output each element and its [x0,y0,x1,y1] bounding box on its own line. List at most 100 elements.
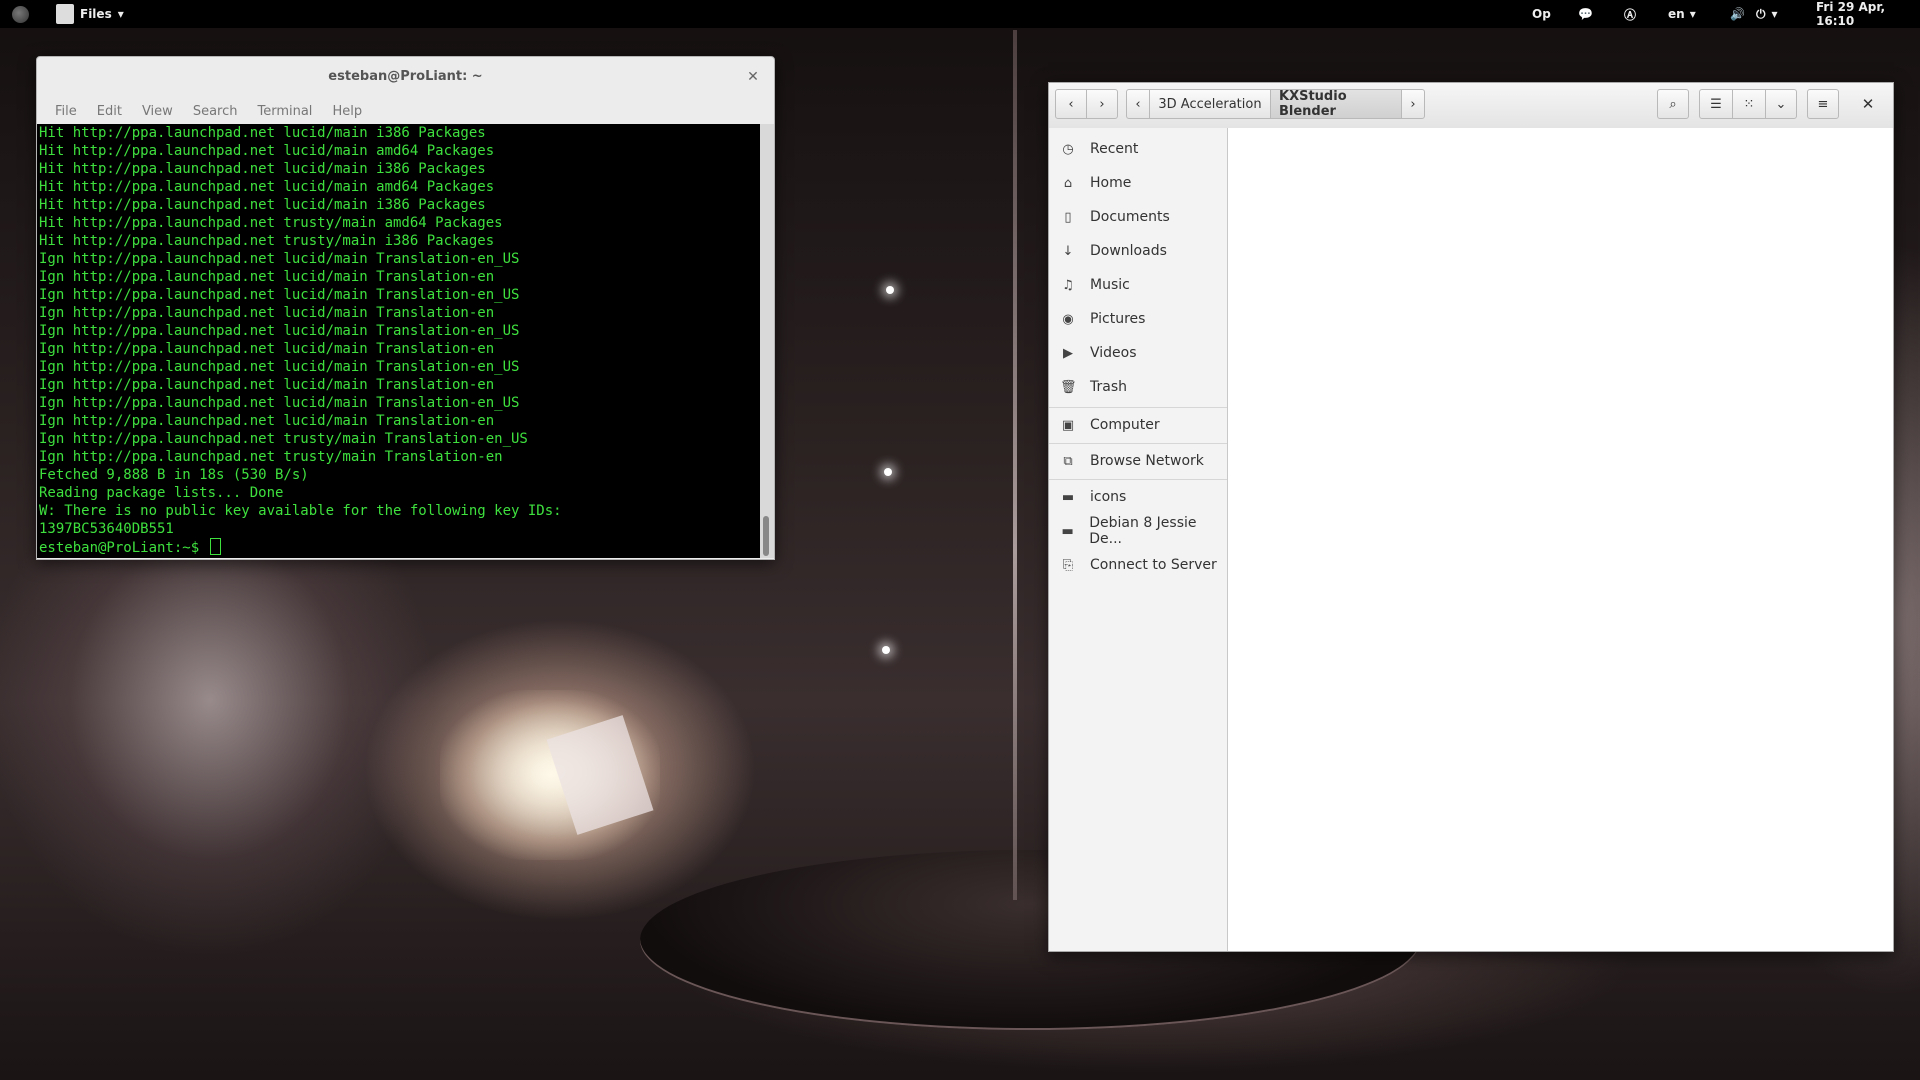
chevron-right-icon: › [1410,96,1416,112]
clock[interactable]: Fri 29 Apr, 16:10 [1816,0,1920,28]
search-icon: ⌕ [1669,96,1677,112]
accessibility-icon[interactable]: Ⓐ [1624,0,1636,28]
menu-button[interactable]: ≡ [1807,89,1839,119]
places-sidebar: ◷ Recent ⌂ Home ▯ Documents ↓ Downloads ♫ Mus… [1049,128,1228,951]
download-icon: ↓ [1062,243,1074,259]
sidebar-item-debian-bookmark[interactable]: ▬ Debian 8 Jessie De... [1049,514,1227,548]
sidebar-item-label: Browse Network [1090,453,1204,469]
scrollbar-thumb[interactable] [763,516,769,556]
file-view-area[interactable] [1228,128,1893,951]
sidebar-item-connect-to-server[interactable]: ⎘ Connect to Server [1049,548,1227,582]
terminal-line: Ign http://ppa.launchpad.net lucid/main … [39,395,520,411]
sidebar-item-label: Computer [1090,417,1160,433]
terminal-scrollbar[interactable] [760,124,774,558]
sidebar-item-videos[interactable]: ▶ Videos [1049,336,1227,370]
activities-icon[interactable] [12,6,29,23]
breadcrumb-scroll-left-button[interactable]: ‹ [1126,89,1150,119]
breadcrumb-scroll-right-button[interactable]: › [1401,89,1425,119]
terminal-line: Ign http://ppa.launchpad.net trusty/main… [39,431,528,447]
close-icon[interactable]: ✕ [742,66,764,88]
terminal-line: Hit http://ppa.launchpad.net trusty/main… [39,215,503,231]
terminal-line: Fetched 9,888 B in 18s (530 B/s) [39,467,309,483]
menu-terminal[interactable]: Terminal [247,104,322,119]
indicator-op[interactable]: Op [1532,0,1551,28]
menu-view[interactable]: View [132,104,183,119]
sidebar-item-computer[interactable]: ▣ Computer [1049,408,1227,442]
sidebar-item-label: Videos [1090,345,1137,361]
chevron-down-icon: ▾ [117,7,124,21]
video-icon: ▶ [1063,345,1073,361]
menu-edit[interactable]: Edit [87,104,132,119]
list-view-button[interactable]: ☰ [1699,89,1733,119]
sidebar-item-home[interactable]: ⌂ Home [1049,166,1227,200]
sidebar-item-downloads[interactable]: ↓ Downloads [1049,234,1227,268]
sidebar-item-label: Documents [1090,209,1170,225]
camera-icon: ◉ [1062,311,1074,327]
search-button[interactable]: ⌕ [1657,89,1689,119]
chevron-left-icon: ‹ [1135,96,1141,112]
back-button[interactable]: ‹ [1055,89,1087,119]
sidebar-item-label: Downloads [1090,243,1167,259]
wallpaper-pole [1013,30,1017,900]
top-bar: Files ▾ Op 💬 Ⓐ en ▾ 🔊 ⏻ ▾ Fri 29 Apr, 16… [0,0,1920,28]
sidebar-item-music[interactable]: ♫ Music [1049,268,1227,302]
menu-file[interactable]: File [45,104,87,119]
forward-button[interactable]: › [1086,89,1118,119]
terminal-line: Ign http://ppa.launchpad.net lucid/main … [39,305,495,321]
folder-icon: ▬ [1061,523,1074,539]
grid-view-icon: ⁙ [1743,96,1755,112]
grid-view-button[interactable]: ⁙ [1732,89,1766,119]
terminal-line: Ign http://ppa.launchpad.net lucid/main … [39,287,520,303]
hamburger-icon: ≡ [1817,96,1829,112]
breadcrumb-label: 3D Acceleration [1158,96,1262,112]
sidebar-item-label: Trash [1090,379,1127,395]
terminal-line: W: There is no public key available for … [39,503,562,519]
files-headerbar: ‹ › ‹ 3D Acceleration KXStudio Blender ›… [1049,83,1893,129]
wallpaper-card [546,715,654,835]
terminal-line: Ign http://ppa.launchpad.net lucid/main … [39,251,520,267]
chevron-down-icon: ▾ [1771,7,1778,21]
terminal-screen[interactable]: Hit http://ppa.launchpad.net lucid/main … [37,124,760,558]
folder-icon: ▬ [1061,489,1075,505]
indicator-op-label: Op [1532,7,1551,21]
power-menu[interactable]: ⏻ ▾ [1756,0,1778,28]
volume-icon[interactable]: 🔊 [1730,0,1745,28]
network-icon: ⧉ [1063,453,1073,469]
sidebar-item-label: Music [1090,277,1130,293]
sidebar-item-browse-network[interactable]: ⧉ Browse Network [1049,444,1227,478]
computer-icon: ▣ [1061,417,1075,433]
sidebar-item-documents[interactable]: ▯ Documents [1049,200,1227,234]
sidebar-item-label: Debian 8 Jessie De... [1089,515,1197,547]
language-selector[interactable]: en ▾ [1668,0,1696,28]
terminal-prompt: esteban@ProLiant:~$ [39,540,208,556]
breadcrumb-kxstudio-blender[interactable]: KXStudio Blender [1270,89,1402,119]
terminal-line: Ign http://ppa.launchpad.net lucid/main … [39,341,495,357]
sidebar-item-label: Recent [1090,141,1139,157]
sidebar-item-recent[interactable]: ◷ Recent [1049,132,1227,166]
sidebar-item-label: Home [1090,175,1132,191]
terminal-line: Hit http://ppa.launchpad.net lucid/main … [39,143,495,159]
terminal-line: Ign http://ppa.launchpad.net lucid/main … [39,269,495,285]
terminal-menubar: File Edit View Search Terminal Help [37,97,372,125]
close-icon[interactable]: ✕ [1853,89,1883,119]
terminal-prompt-line[interactable]: esteban@ProLiant:~$ [37,538,760,557]
sidebar-item-trash[interactable]: 🗑 Trash [1049,370,1227,404]
chat-icon[interactable]: 💬 [1578,0,1593,28]
terminal-line: Hit http://ppa.launchpad.net trusty/main… [39,233,495,249]
home-icon: ⌂ [1063,175,1073,191]
app-menu-label: Files [80,7,112,21]
sidebar-item-pictures[interactable]: ◉ Pictures [1049,302,1227,336]
sidebar-item-label: Connect to Server [1090,557,1217,573]
terminal-line: Hit http://ppa.launchpad.net lucid/main … [39,161,486,177]
breadcrumb-label: KXStudio Blender [1279,89,1347,119]
view-options-button[interactable]: ⌄ [1765,89,1797,119]
sidebar-item-icons[interactable]: ▬ icons [1049,480,1227,514]
menu-search[interactable]: Search [183,104,248,119]
terminal-line: Ign http://ppa.launchpad.net lucid/main … [39,359,520,375]
breadcrumb-3d-acceleration[interactable]: 3D Acceleration [1149,89,1271,119]
terminal-line: Reading package lists... Done [39,485,284,501]
trash-icon: 🗑 [1060,379,1077,395]
menu-help[interactable]: Help [322,104,372,119]
wallpaper-light [440,690,660,860]
app-menu[interactable]: Files ▾ [56,0,124,28]
